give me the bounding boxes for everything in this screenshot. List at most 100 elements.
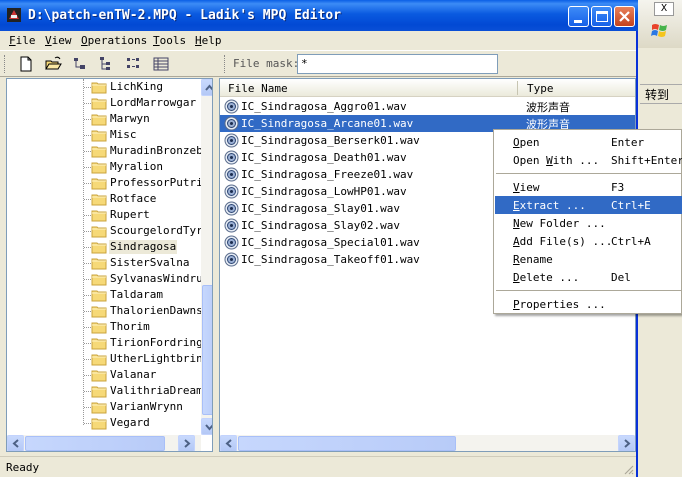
column-header-type[interactable]: Type bbox=[527, 82, 554, 95]
audio-file-icon bbox=[224, 133, 239, 148]
tree-item[interactable]: ScourgelordTyra bbox=[7, 223, 209, 239]
tree-scroll-thumb[interactable] bbox=[202, 285, 212, 415]
tree-horizontal-scrollbar[interactable] bbox=[7, 435, 201, 451]
cm-add-files-menu-item[interactable]: Add File(s) ... Ctrl+A bbox=[495, 232, 682, 250]
toolbar-grip-2[interactable] bbox=[224, 55, 227, 73]
tree-item[interactable]: LordMarrowgar bbox=[7, 95, 207, 111]
tree-item-label: ThalorienDawnse bbox=[110, 304, 210, 317]
tree-scroll-left-button[interactable] bbox=[7, 435, 24, 451]
menu-item-shortcut: F3 bbox=[611, 181, 625, 194]
tree-connector bbox=[84, 167, 91, 168]
file-mask-input[interactable]: * bbox=[297, 54, 498, 74]
menu-item-label: Delete ... bbox=[513, 271, 580, 284]
toolbar-grip[interactable] bbox=[4, 55, 7, 73]
chevron-right-icon bbox=[184, 439, 191, 448]
tree-view-icon[interactable] bbox=[71, 55, 89, 73]
close-icon bbox=[619, 11, 630, 22]
menu-file[interactable]: File bbox=[9, 34, 36, 47]
cm-properties-menu-item[interactable]: Properties ... bbox=[495, 295, 682, 313]
chevron-up-icon bbox=[205, 84, 212, 91]
tree-item-label: Thorim bbox=[110, 320, 150, 333]
list-scroll-right-button[interactable] bbox=[618, 435, 635, 451]
cm-open-with-menu-item[interactable]: Open With ... Shift+Enter bbox=[495, 151, 682, 169]
title-bar[interactable]: D:\patch-enTW-2.MPQ - Ladik's MPQ Editor bbox=[0, 0, 638, 31]
list-scroll-left-button[interactable] bbox=[220, 435, 237, 451]
tree-item[interactable]: SisterSvalna bbox=[7, 255, 207, 271]
audio-file-icon bbox=[224, 201, 239, 216]
file-list-horizontal-scrollbar[interactable] bbox=[220, 435, 635, 451]
cm-rename-menu-item[interactable]: Rename bbox=[495, 250, 682, 268]
tree-connector bbox=[84, 151, 91, 152]
go-button[interactable]: 转到 bbox=[640, 84, 682, 104]
cm-view-menu-item[interactable]: View F3 bbox=[495, 178, 682, 196]
background-close-button[interactable]: X bbox=[654, 2, 674, 16]
tree-item[interactable]: Thorim bbox=[7, 319, 207, 335]
minimize-button[interactable] bbox=[568, 6, 589, 27]
tree-item[interactable]: Valanar bbox=[7, 367, 207, 383]
cm-extract-menu-item[interactable]: Extract ... Ctrl+E bbox=[495, 196, 682, 214]
tree-item[interactable]: SylvanasWindrun bbox=[7, 271, 209, 287]
tree-connector bbox=[84, 199, 91, 200]
tree-item[interactable]: Vegard bbox=[7, 415, 207, 431]
tree-item[interactable]: Sindragosa bbox=[7, 239, 207, 255]
tree-item[interactable]: Misc bbox=[7, 127, 207, 143]
tree-expand-icon[interactable] bbox=[98, 55, 116, 73]
tree-item[interactable]: VarianWrynn bbox=[7, 399, 207, 415]
tree-connector bbox=[84, 231, 91, 232]
tree-scroll-right-button[interactable] bbox=[178, 435, 195, 451]
menu-view[interactable]: View bbox=[45, 34, 72, 47]
tree-vertical-scrollbar[interactable] bbox=[201, 79, 212, 435]
cm-delete-menu-item[interactable]: Delete ... Del bbox=[495, 268, 682, 286]
cm-new-folder-menu-item[interactable]: New Folder ... bbox=[495, 214, 682, 232]
tree-item[interactable]: MuradinBronzebe bbox=[7, 143, 210, 159]
menu-item-shortcut: Ctrl+E bbox=[611, 199, 651, 212]
tree-item-label: MuradinBronzebe bbox=[110, 144, 210, 157]
file-name: IC_Sindragosa_Arcane01.wav bbox=[241, 117, 414, 130]
new-file-icon[interactable] bbox=[17, 55, 35, 73]
tree-item[interactable]: Rotface bbox=[7, 191, 207, 207]
menu-help[interactable]: Help bbox=[195, 34, 222, 47]
tree-hscroll-thumb[interactable] bbox=[25, 436, 165, 451]
tree-connector bbox=[84, 215, 91, 216]
tree-scroll-down-button[interactable] bbox=[201, 418, 212, 435]
close-button[interactable] bbox=[614, 6, 635, 27]
tree-item[interactable]: UtherLightbring bbox=[7, 351, 209, 367]
menu-item-label: Open bbox=[513, 136, 540, 149]
tree-item[interactable]: ProfessorPutric bbox=[7, 175, 210, 191]
column-separator[interactable] bbox=[517, 81, 518, 95]
details-view-icon[interactable] bbox=[152, 55, 170, 73]
tree-item[interactable]: Taldaram bbox=[7, 287, 207, 303]
open-folder-icon[interactable] bbox=[44, 55, 62, 73]
column-header-file-name[interactable]: File Name bbox=[228, 82, 288, 95]
tree-item-label: Marwyn bbox=[110, 112, 150, 125]
maximize-button[interactable] bbox=[591, 6, 612, 27]
tree-item-label: ProfessorPutric bbox=[110, 176, 210, 189]
tree-item[interactable]: LichKing bbox=[7, 79, 207, 95]
menu-tools[interactable]: Tools bbox=[153, 34, 186, 47]
tree-connector bbox=[84, 183, 91, 184]
tree-item-label: SisterSvalna bbox=[110, 256, 190, 269]
window-title: D:\patch-enTW-2.MPQ - Ladik's MPQ Editor bbox=[28, 8, 342, 23]
file-name: IC_Sindragosa_Slay01.wav bbox=[241, 202, 400, 215]
tree-scroll-up-button[interactable] bbox=[201, 79, 212, 96]
tree-item[interactable]: ValithriaDreamw bbox=[7, 383, 209, 399]
menu-item-shortcut: Del bbox=[611, 271, 631, 284]
tree-item-label: Misc bbox=[110, 128, 137, 141]
menu-operations[interactable]: Operations bbox=[81, 34, 147, 47]
audio-file-icon bbox=[224, 116, 239, 131]
folder-icon bbox=[91, 417, 107, 430]
tree-connector bbox=[84, 295, 91, 296]
tree-item[interactable]: Marwyn bbox=[7, 111, 207, 127]
resize-grip-icon[interactable] bbox=[622, 463, 634, 475]
list-hscroll-thumb[interactable] bbox=[238, 436, 456, 451]
file-name: IC_Sindragosa_Slay02.wav bbox=[241, 219, 400, 232]
chevron-down-icon bbox=[205, 424, 212, 431]
cm-open-menu-item[interactable]: Open Enter bbox=[495, 133, 682, 151]
tree-item[interactable]: ThalorienDawnse bbox=[7, 303, 210, 319]
tree-item[interactable]: Rupert bbox=[7, 207, 207, 223]
list-view-icon[interactable] bbox=[125, 55, 143, 73]
file-row[interactable]: IC_Sindragosa_Aggro01.wav 波形声音 bbox=[220, 98, 635, 115]
folder-tree[interactable]: LichKing LordMarrowgar Marwyn Misc MuradinBr… bbox=[6, 78, 213, 452]
tree-item[interactable]: TirionFordring bbox=[7, 335, 207, 351]
tree-item[interactable]: Myralion bbox=[7, 159, 207, 175]
